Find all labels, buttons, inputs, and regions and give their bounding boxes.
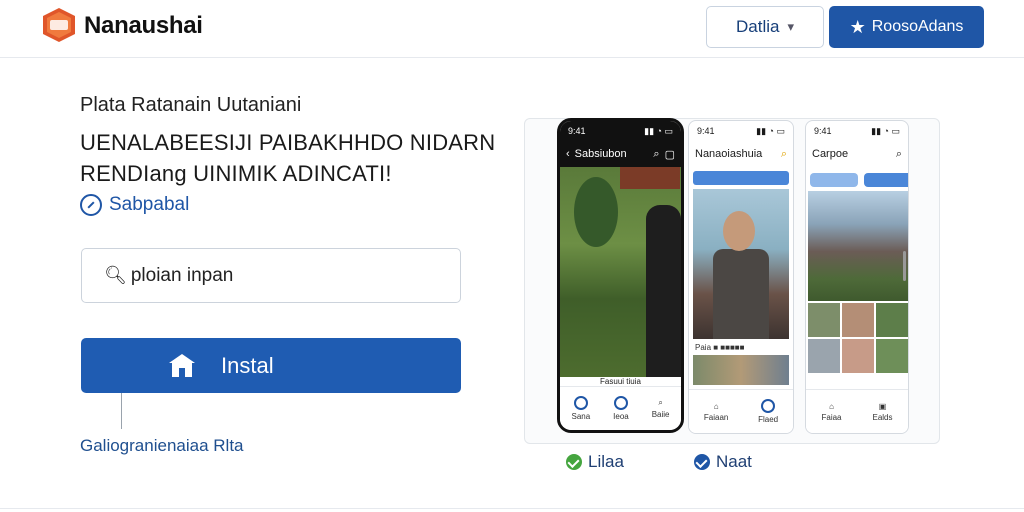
app-landing-page: Nanaushai Datlia ▾ ★ RoosoAdans Plata Ra… xyxy=(0,0,1024,512)
phone-2-meta: Paia ■ ■■■■■ xyxy=(695,343,745,352)
search-icon: ⌕ xyxy=(653,147,660,160)
app-bar: ‹ Sabsiubon ⌕ ▢ xyxy=(560,141,681,167)
portrait-photo xyxy=(693,189,789,339)
phone-1-title: Sabsiubon xyxy=(574,148,627,160)
bottom-nav: ⌂ Faiaan Flaed xyxy=(689,389,793,433)
status-bar: 9:41 ▮▮ ◔ ▭ xyxy=(560,121,681,141)
chevron-down-icon: ▾ xyxy=(787,19,794,34)
check-icon xyxy=(694,454,710,470)
nav-item: Ieoa xyxy=(613,396,629,421)
photo-grid xyxy=(808,303,908,373)
hero-title-line1: UENALABEESIJI PAIBAKHHDO NIDARN xyxy=(80,130,496,155)
pointer-line xyxy=(121,393,122,429)
language-select[interactable]: Datlia ▾ xyxy=(706,6,824,48)
bottom-nav: Sana Ieoa ⌕ Baiie xyxy=(560,386,681,430)
bottom-nav: ⌂ Faiaa ▣ Ealds xyxy=(806,389,908,433)
search-icon: ⌕ xyxy=(895,147,902,160)
header-primary-label: RoosoAdans xyxy=(871,18,964,35)
filter-chips xyxy=(810,173,908,187)
search-value: ploian inpan xyxy=(130,264,234,286)
feature-tag-green: Lilaa xyxy=(566,452,624,472)
header-primary-button[interactable]: ★ RoosoAdans xyxy=(829,6,984,48)
check-circle-icon xyxy=(80,194,102,216)
divider xyxy=(0,508,1024,509)
bag-icon: ▣ xyxy=(878,401,887,411)
header: Nanaushai Datlia ▾ ★ RoosoAdans xyxy=(0,0,1024,58)
back-icon: ‹ xyxy=(566,148,570,160)
search-icon: 🔍︎ xyxy=(104,265,127,285)
home-icon xyxy=(169,353,195,378)
brand-name: Nanaushai xyxy=(84,12,203,39)
status-bar: 9:41 ▮▮ ◔ ▭ xyxy=(697,125,785,137)
phone-2-title: Nanaoiashuia xyxy=(695,148,763,160)
install-button[interactable]: Instal xyxy=(81,338,461,393)
nav-item: Flaed xyxy=(758,399,778,424)
home-icon: ⌂ xyxy=(829,401,834,411)
phone-3-title: Carpoe xyxy=(812,148,849,160)
search-icon: ⌕ xyxy=(658,398,663,407)
garden-photo xyxy=(560,167,681,387)
status-bar: 9:41 ▮▮ ◔ ▭ xyxy=(814,125,900,137)
feature-tag-blue: Naat xyxy=(694,452,752,472)
nav-item: ⌕ Baiie xyxy=(651,398,670,419)
nav-item: ▣ Ealds xyxy=(872,401,893,422)
scrollbar xyxy=(903,251,906,281)
search-icon: ⌕ xyxy=(780,147,787,160)
nav-item: Sana xyxy=(571,396,590,421)
feature-tag-label: Lilaa xyxy=(588,452,624,471)
phone-1-caption: Fasuui tiuia xyxy=(560,377,681,386)
rating-link[interactable]: Sabpabal xyxy=(80,194,189,216)
nav-item: ⌂ Faiaan xyxy=(703,401,729,422)
feature-tag-label: Naat xyxy=(716,452,752,471)
hero-subtitle: Plata Ratanain Uutaniani xyxy=(80,94,302,116)
star-icon: ★ xyxy=(849,16,866,37)
search-input[interactable]: 🔍︎ ploian inpan xyxy=(81,248,461,303)
hero-title: UENALABEESIJI PAIBAKHHDO NIDARN RENDIang… xyxy=(80,127,495,189)
check-icon xyxy=(566,454,582,470)
footnote-link[interactable]: Galiogranienaiaa Rlta xyxy=(80,436,244,456)
language-label: Datlia xyxy=(736,17,780,36)
phone-screenshot-3: 9:41 ▮▮ ◔ ▭ Carpoe ⌕ ⌂ Faiaa ▣ Ealds xyxy=(805,120,909,434)
phone-screenshot-2: 9:41 ▮▮ ◔ ▭ Nanaoiashuia ⌕ Paia ■ ■■■■■ ⌂… xyxy=(688,120,794,434)
install-label: Instal xyxy=(221,352,274,378)
rating-text: Sabpabal xyxy=(109,194,190,215)
app-bar: Carpoe ⌕ xyxy=(806,141,908,167)
app-bar: Nanaoiashuia ⌕ xyxy=(689,141,793,167)
window-icon: ▢ xyxy=(664,148,675,161)
brand-logo-icon[interactable] xyxy=(40,6,78,44)
phone-screenshot-1: 9:41 ▮▮ ◔ ▭ ‹ Sabsiubon ⌕ ▢ Fasuui tiuia … xyxy=(557,118,684,433)
house-photo xyxy=(808,191,908,301)
nav-item: ⌂ Faiaa xyxy=(821,401,842,422)
strip-photo xyxy=(693,355,789,385)
banner-card xyxy=(693,171,789,185)
hero-title-line2: RENDIang UINIMIK ADINCATI! xyxy=(80,161,392,186)
home-icon: ⌂ xyxy=(713,401,719,411)
